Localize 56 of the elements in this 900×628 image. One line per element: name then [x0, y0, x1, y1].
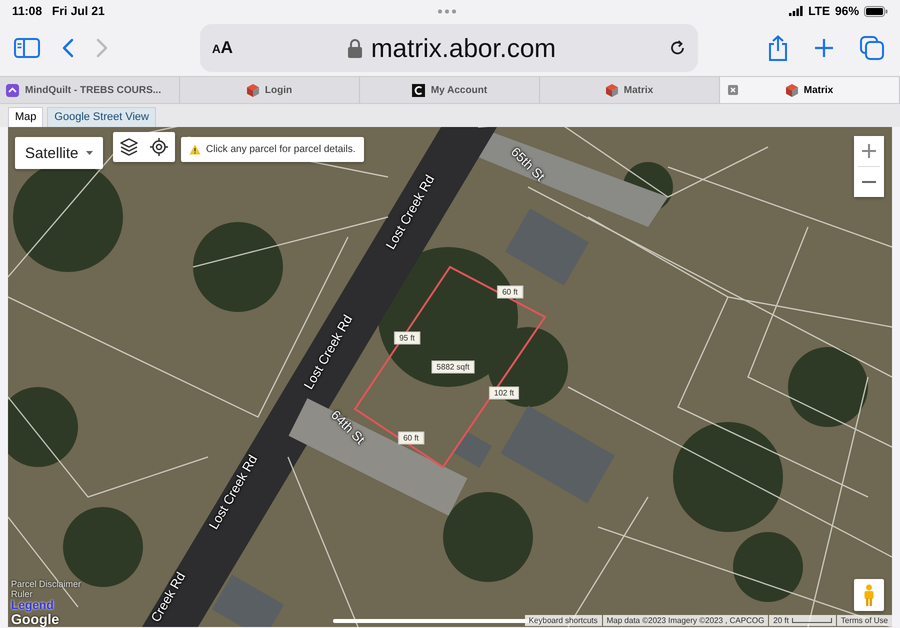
layers-icon[interactable]: [120, 138, 138, 156]
lock-icon: [347, 38, 363, 58]
network-label: LTE: [808, 4, 830, 18]
status-time: 11:08: [12, 4, 42, 18]
battery-icon: [864, 6, 888, 16]
hint-text: Click any parcel for parcel details.: [206, 144, 356, 155]
browser-tab[interactable]: MindQuilt - TREBS COURS...: [0, 77, 180, 103]
satellite-map-drawing[interactable]: [8, 127, 892, 627]
map-tab[interactable]: Google Street View: [47, 107, 156, 127]
back-icon[interactable]: [62, 38, 74, 58]
text-size-button[interactable]: AA: [212, 38, 233, 58]
share-icon[interactable]: [768, 35, 788, 61]
scale-line-icon: [792, 618, 832, 623]
street-label: 65th St: [508, 144, 548, 184]
warning-icon: [189, 144, 201, 155]
sidebar-icon[interactable]: [14, 38, 40, 58]
scale-bar: 20 ft: [769, 615, 836, 626]
multitasking-dots-icon[interactable]: [436, 8, 457, 14]
locate-icon[interactable]: [150, 138, 168, 156]
measurement-label: 5882 sqft: [432, 360, 474, 374]
new-tab-icon[interactable]: [814, 38, 834, 58]
measurement-label: 95 ft: [394, 332, 420, 344]
url-text: matrix.abor.com: [371, 32, 556, 64]
parcel-outline[interactable]: [354, 266, 546, 468]
zoom-out-button[interactable]: [854, 167, 884, 197]
browser-tab[interactable]: Login: [180, 77, 360, 103]
signal-icon: [789, 6, 804, 16]
status-date: Fri Jul 21: [52, 4, 105, 18]
favicon-icon: [786, 84, 798, 96]
caret-icon: [86, 151, 94, 155]
map-attribution: Map data ©2023 Imagery ©2023 , CAPCOG: [602, 615, 768, 626]
map-type-dropdown[interactable]: Satellite: [15, 137, 104, 169]
map-link[interactable]: Keyboard shortcuts: [524, 615, 602, 626]
favicon-icon: [606, 84, 618, 96]
address-bar[interactable]: AA matrix.abor.com: [200, 24, 698, 72]
zoom-in-button[interactable]: [854, 136, 884, 166]
measurement-label: 60 ft: [497, 286, 523, 298]
street-label: 64th St: [328, 407, 368, 447]
measurement-label: 60 ft: [398, 432, 424, 444]
plus-icon: [862, 144, 876, 158]
battery-percent: 96%: [834, 4, 859, 18]
street-view-button[interactable]: [854, 579, 884, 611]
map-tab[interactable]: Map: [8, 107, 44, 127]
reload-icon[interactable]: [670, 39, 686, 57]
minus-icon: [862, 181, 876, 183]
favicon-icon: [412, 84, 425, 96]
favicon-icon: [6, 84, 19, 96]
browser-tab[interactable]: Matrix: [720, 77, 900, 103]
browser-tab[interactable]: My Account: [360, 77, 540, 103]
map-link[interactable]: Terms of Use: [836, 615, 892, 626]
favicon-icon: [246, 84, 259, 96]
pegman-icon: [863, 584, 875, 606]
close-tab-icon[interactable]: [728, 85, 738, 95]
measurement-label: 102 ft: [489, 386, 519, 400]
map-link[interactable]: Ruler: [11, 589, 82, 599]
tabs-overview-icon[interactable]: [860, 36, 884, 60]
